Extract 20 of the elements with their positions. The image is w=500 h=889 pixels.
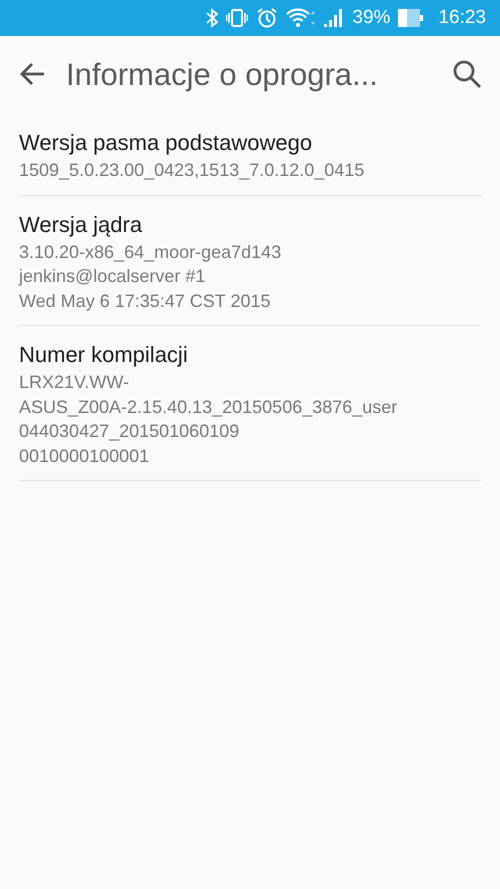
alarm-icon (256, 7, 278, 29)
item-value: jenkins@localserver #1 (19, 265, 206, 288)
item-value: 1509_5.0.23.00_0423,1513_7.0.12.0_0415 (19, 159, 366, 182)
clock-time: 16:23 (438, 7, 486, 29)
item-title: Wersja jądra (19, 210, 144, 239)
bluetooth-icon (206, 8, 218, 28)
item-title: Wersja pasma podstawowego (19, 129, 314, 157)
item-value: 0010000100001 (19, 444, 150, 468)
item-value: 3.10.20-x86_64_moor-gea7d143 (19, 240, 282, 264)
signal-icon (324, 8, 344, 28)
item-value: Wed May 6 17:35:47 CST 2015 (19, 290, 272, 313)
vibrate-icon (226, 8, 248, 28)
item-title: Numer kompilacji (19, 341, 189, 369)
battery-icon (398, 9, 424, 27)
item-value: 044030427_201501060109 (19, 420, 240, 443)
item-value: LRX21V.WW- (19, 371, 130, 394)
page-title: Informacje o oprogra... (66, 57, 379, 93)
wifi-icon (286, 8, 316, 28)
battery-percent: 39% (352, 7, 390, 29)
item-value: ASUS_Z00A-2.15.40.13_20150506_3876_user (19, 396, 398, 418)
